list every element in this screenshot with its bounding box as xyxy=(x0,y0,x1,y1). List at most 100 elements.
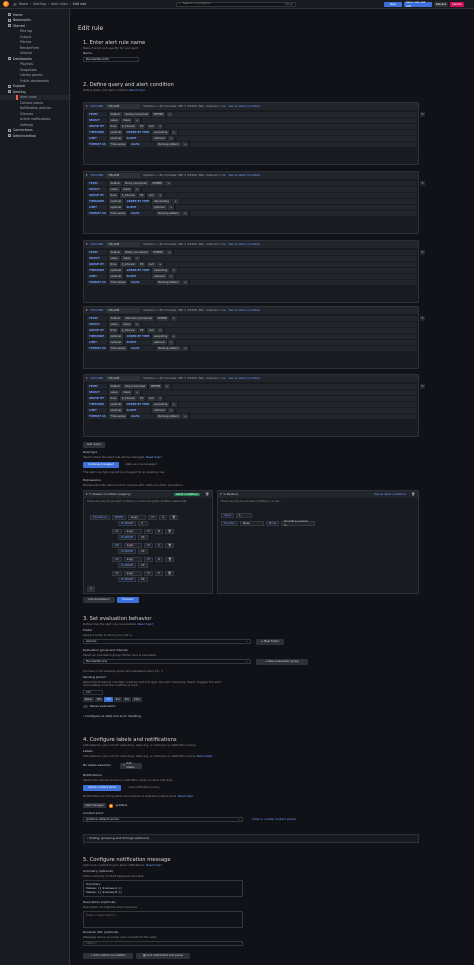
add-segment-button[interactable]: + xyxy=(182,346,189,351)
query-segment[interactable]: ascending xyxy=(152,130,170,135)
condition-query[interactable]: D xyxy=(155,557,164,562)
pause-toggle[interactable] xyxy=(83,705,88,709)
query-segment[interactable]: fill xyxy=(138,193,146,198)
query-segment[interactable]: time xyxy=(108,262,119,267)
view-create-contact-link[interactable]: View or create contact points xyxy=(252,817,296,822)
query-segment[interactable]: default xyxy=(108,384,122,389)
add-segment-button[interactable]: + xyxy=(170,268,177,273)
save-rule-exit-button[interactable]: Save rule and exit xyxy=(404,0,432,7)
pending-option[interactable]: 30s xyxy=(94,697,104,702)
sidebar-item[interactable]: Administration xyxy=(0,133,69,139)
condition-operator[interactable]: OR xyxy=(111,571,122,576)
query-segment[interactable]: optional xyxy=(108,274,124,279)
condition-value[interactable]: 20 xyxy=(138,549,149,554)
query-name[interactable]: InfluxDB xyxy=(91,173,104,178)
add-segment-button[interactable]: + xyxy=(133,187,141,192)
datasource-picker[interactable]: InfluxDB xyxy=(106,376,141,381)
contact-point-select[interactable]: grafana-default-email ⌄ xyxy=(83,817,243,822)
query-segment[interactable]: null xyxy=(146,262,156,267)
add-segment-button[interactable]: + xyxy=(168,340,175,345)
condition-function[interactable]: avg() xyxy=(123,571,142,576)
query-segment[interactable]: optional xyxy=(108,402,124,407)
query-segment[interactable]: Time series xyxy=(108,414,128,419)
query-segment[interactable]: ascending xyxy=(152,268,170,273)
query-segment[interactable]: time xyxy=(108,193,119,198)
set-alert-condition-link[interactable]: Set as alert condition xyxy=(228,173,260,178)
pending-option[interactable]: 5m xyxy=(122,697,131,702)
query-segment[interactable]: WHERE xyxy=(155,316,170,321)
query-segment[interactable]: mean xyxy=(121,390,133,395)
add-segment-button[interactable]: + xyxy=(182,211,189,216)
search-input[interactable]: ⌕ Search or jump to... ctrl+k xyxy=(176,1,296,7)
condition-evaluator[interactable]: IS ABOVE xyxy=(118,563,137,568)
chevron-down-icon[interactable]: ▾ xyxy=(86,492,88,497)
query-segment[interactable]: Time series xyxy=(108,346,128,351)
query-actions-icon[interactable]: ✎ xyxy=(420,384,425,389)
query-segment[interactable]: Nadia_hourlyload xyxy=(123,250,150,255)
query-segment[interactable]: Time series xyxy=(108,142,128,147)
rule-name-input[interactable]: RenderRerunFe xyxy=(83,57,139,62)
need-help-link[interactable]: Need help? xyxy=(129,88,145,92)
add-segment-button[interactable]: + xyxy=(170,316,177,321)
condition-function[interactable]: avg() xyxy=(123,543,142,548)
condition-operator[interactable]: OR xyxy=(111,529,122,534)
query-segment[interactable]: WHERE xyxy=(151,250,165,255)
use-policy-option[interactable]: Use notification policy xyxy=(122,785,166,791)
set-alert-condition-link[interactable]: Set as alert condition xyxy=(228,242,260,247)
add-segment-button[interactable]: + xyxy=(133,256,141,261)
condition-function[interactable]: avg() xyxy=(127,515,146,520)
query-options[interactable]: Options > 20 minutes, MD = 43200, Min. I… xyxy=(143,308,225,313)
query-segment[interactable]: fill xyxy=(138,328,146,333)
add-segment-button[interactable]: + xyxy=(170,402,177,407)
datasource-picker[interactable]: InfluxDB xyxy=(106,173,141,178)
query-actions-icon[interactable]: ✎ xyxy=(420,250,425,255)
query-segment[interactable]: value xyxy=(108,187,120,192)
query-options[interactable]: Options > 20 minutes, MD = 43200, Min. I… xyxy=(143,242,225,247)
query-segment[interactable]: optional xyxy=(152,136,167,141)
reduce-input-select[interactable]: A xyxy=(235,513,252,518)
add-segment-button[interactable]: + xyxy=(182,280,189,285)
query-segment[interactable]: null xyxy=(146,193,156,198)
new-folder-button[interactable]: + New folder xyxy=(256,639,284,645)
folder-select[interactable]: Alarms ⌄ xyxy=(83,639,251,644)
chevron-down-icon[interactable]: ▾ xyxy=(86,242,88,247)
query-segment[interactable]: time xyxy=(108,328,119,333)
add-segment-button[interactable]: + xyxy=(168,274,175,279)
query-segment[interactable]: $_interval xyxy=(119,328,137,333)
query-segment[interactable]: default xyxy=(108,112,122,117)
query-segment[interactable]: fill xyxy=(138,262,146,267)
delete-button[interactable]: Delete xyxy=(450,2,464,7)
set-alert-condition-link[interactable]: Set as alert condition xyxy=(228,308,260,313)
rule-type-help-link[interactable]: Need help? xyxy=(146,455,162,459)
query-segment[interactable]: fill xyxy=(138,124,146,129)
query-segment[interactable]: default xyxy=(108,181,122,186)
add-segment-button[interactable]: + xyxy=(166,250,173,255)
condition-query[interactable]: C xyxy=(155,543,163,548)
query-options[interactable]: Options > 20 minutes, MD = 43200, Min. I… xyxy=(143,376,225,381)
data-source-managed-option[interactable]: Data source-managed xyxy=(120,462,162,468)
add-expression-button[interactable]: Add expression xyxy=(83,597,115,603)
query-segment[interactable]: optional xyxy=(108,199,124,204)
query-segment[interactable]: Stardium_hourlyload xyxy=(123,316,154,321)
query-segment[interactable]: time xyxy=(108,124,119,129)
breadcrumb-alert-rules[interactable]: Alert rules xyxy=(51,2,67,6)
query-options[interactable]: Options > 20 minutes, MD = 43200, Min. I… xyxy=(143,173,225,178)
add-segment-button[interactable]: + xyxy=(172,199,179,204)
summary-textarea[interactable]: Summary Values: {{ $values.A }} Values: … xyxy=(83,880,243,897)
trash-icon[interactable]: 🗑 xyxy=(411,492,415,497)
pending-option[interactable]: None xyxy=(83,697,94,702)
query-segment[interactable]: Time series xyxy=(108,280,128,285)
query-segment[interactable]: default xyxy=(108,316,122,321)
condition-value[interactable]: 0 xyxy=(138,521,149,526)
condition-operator[interactable]: OR xyxy=(111,543,122,548)
add-segment-button[interactable]: + xyxy=(168,205,175,210)
query-segment[interactable]: optional xyxy=(108,205,124,210)
condition-evaluator[interactable]: IS ABOVE xyxy=(118,535,137,540)
edit-labels-button[interactable]: ✎ Edit labels xyxy=(120,762,142,769)
query-segment[interactable]: ascending xyxy=(152,334,170,339)
query-segment[interactable]: WHERE xyxy=(148,384,163,389)
query-segment[interactable]: Kiss_hourlyload xyxy=(123,384,148,389)
query-segment[interactable]: mean xyxy=(121,322,133,327)
description-textarea[interactable]: Enter a description... xyxy=(83,911,243,928)
preview-button[interactable]: Preview xyxy=(117,597,139,603)
